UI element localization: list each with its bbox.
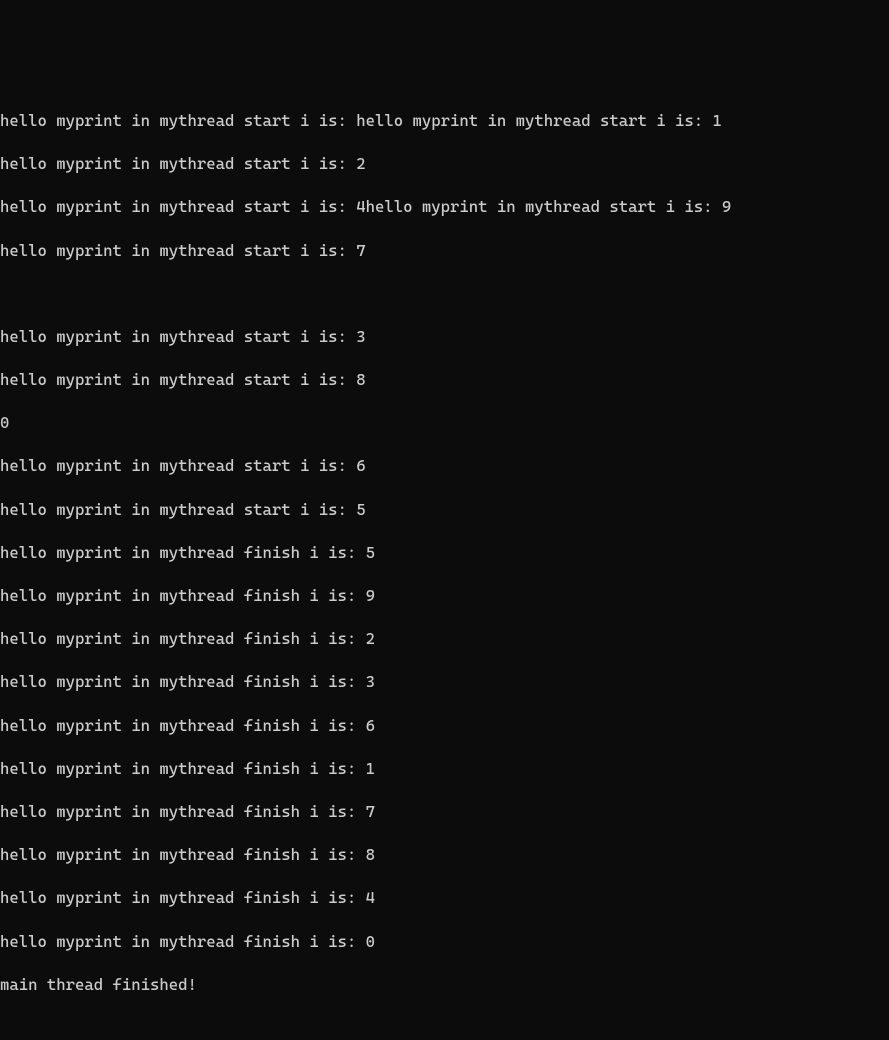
terminal-line: hello myprint in mythread start i is: 2 <box>0 153 889 175</box>
terminal-line: hello myprint in mythread start i is: 8 <box>0 369 889 391</box>
terminal-line: hello myprint in mythread start i is: 4h… <box>0 196 889 218</box>
terminal-line: hello myprint in mythread finish i is: 3 <box>0 671 889 693</box>
terminal-line: hello myprint in mythread finish i is: 5 <box>0 542 889 564</box>
terminal-line: hello myprint in mythread finish i is: 0 <box>0 931 889 953</box>
terminal-line: hello myprint in mythread start i is: 7 <box>0 240 889 262</box>
terminal-line: hello myprint in mythread finish i is: 1 <box>0 758 889 780</box>
terminal-line: hello myprint in mythread finish i is: 2 <box>0 628 889 650</box>
terminal-line: hello myprint in mythread finish i is: 8 <box>0 844 889 866</box>
terminal-line: hello myprint in mythread start i is: 3 <box>0 326 889 348</box>
terminal-line: hello myprint in mythread finish i is: 6 <box>0 715 889 737</box>
terminal-output: hello myprint in mythread start i is: he… <box>0 88 889 1017</box>
terminal-line: hello myprint in mythread finish i is: 4 <box>0 887 889 909</box>
terminal-line: main thread finished! <box>0 974 889 996</box>
terminal-line: 0 <box>0 412 889 434</box>
terminal-line: hello myprint in mythread start i is: 5 <box>0 499 889 521</box>
terminal-line: hello myprint in mythread finish i is: 7 <box>0 801 889 823</box>
terminal-line: hello myprint in mythread finish i is: 9 <box>0 585 889 607</box>
terminal-line: hello myprint in mythread start i is: he… <box>0 110 889 132</box>
terminal-line <box>0 283 889 305</box>
terminal-line: hello myprint in mythread start i is: 6 <box>0 455 889 477</box>
